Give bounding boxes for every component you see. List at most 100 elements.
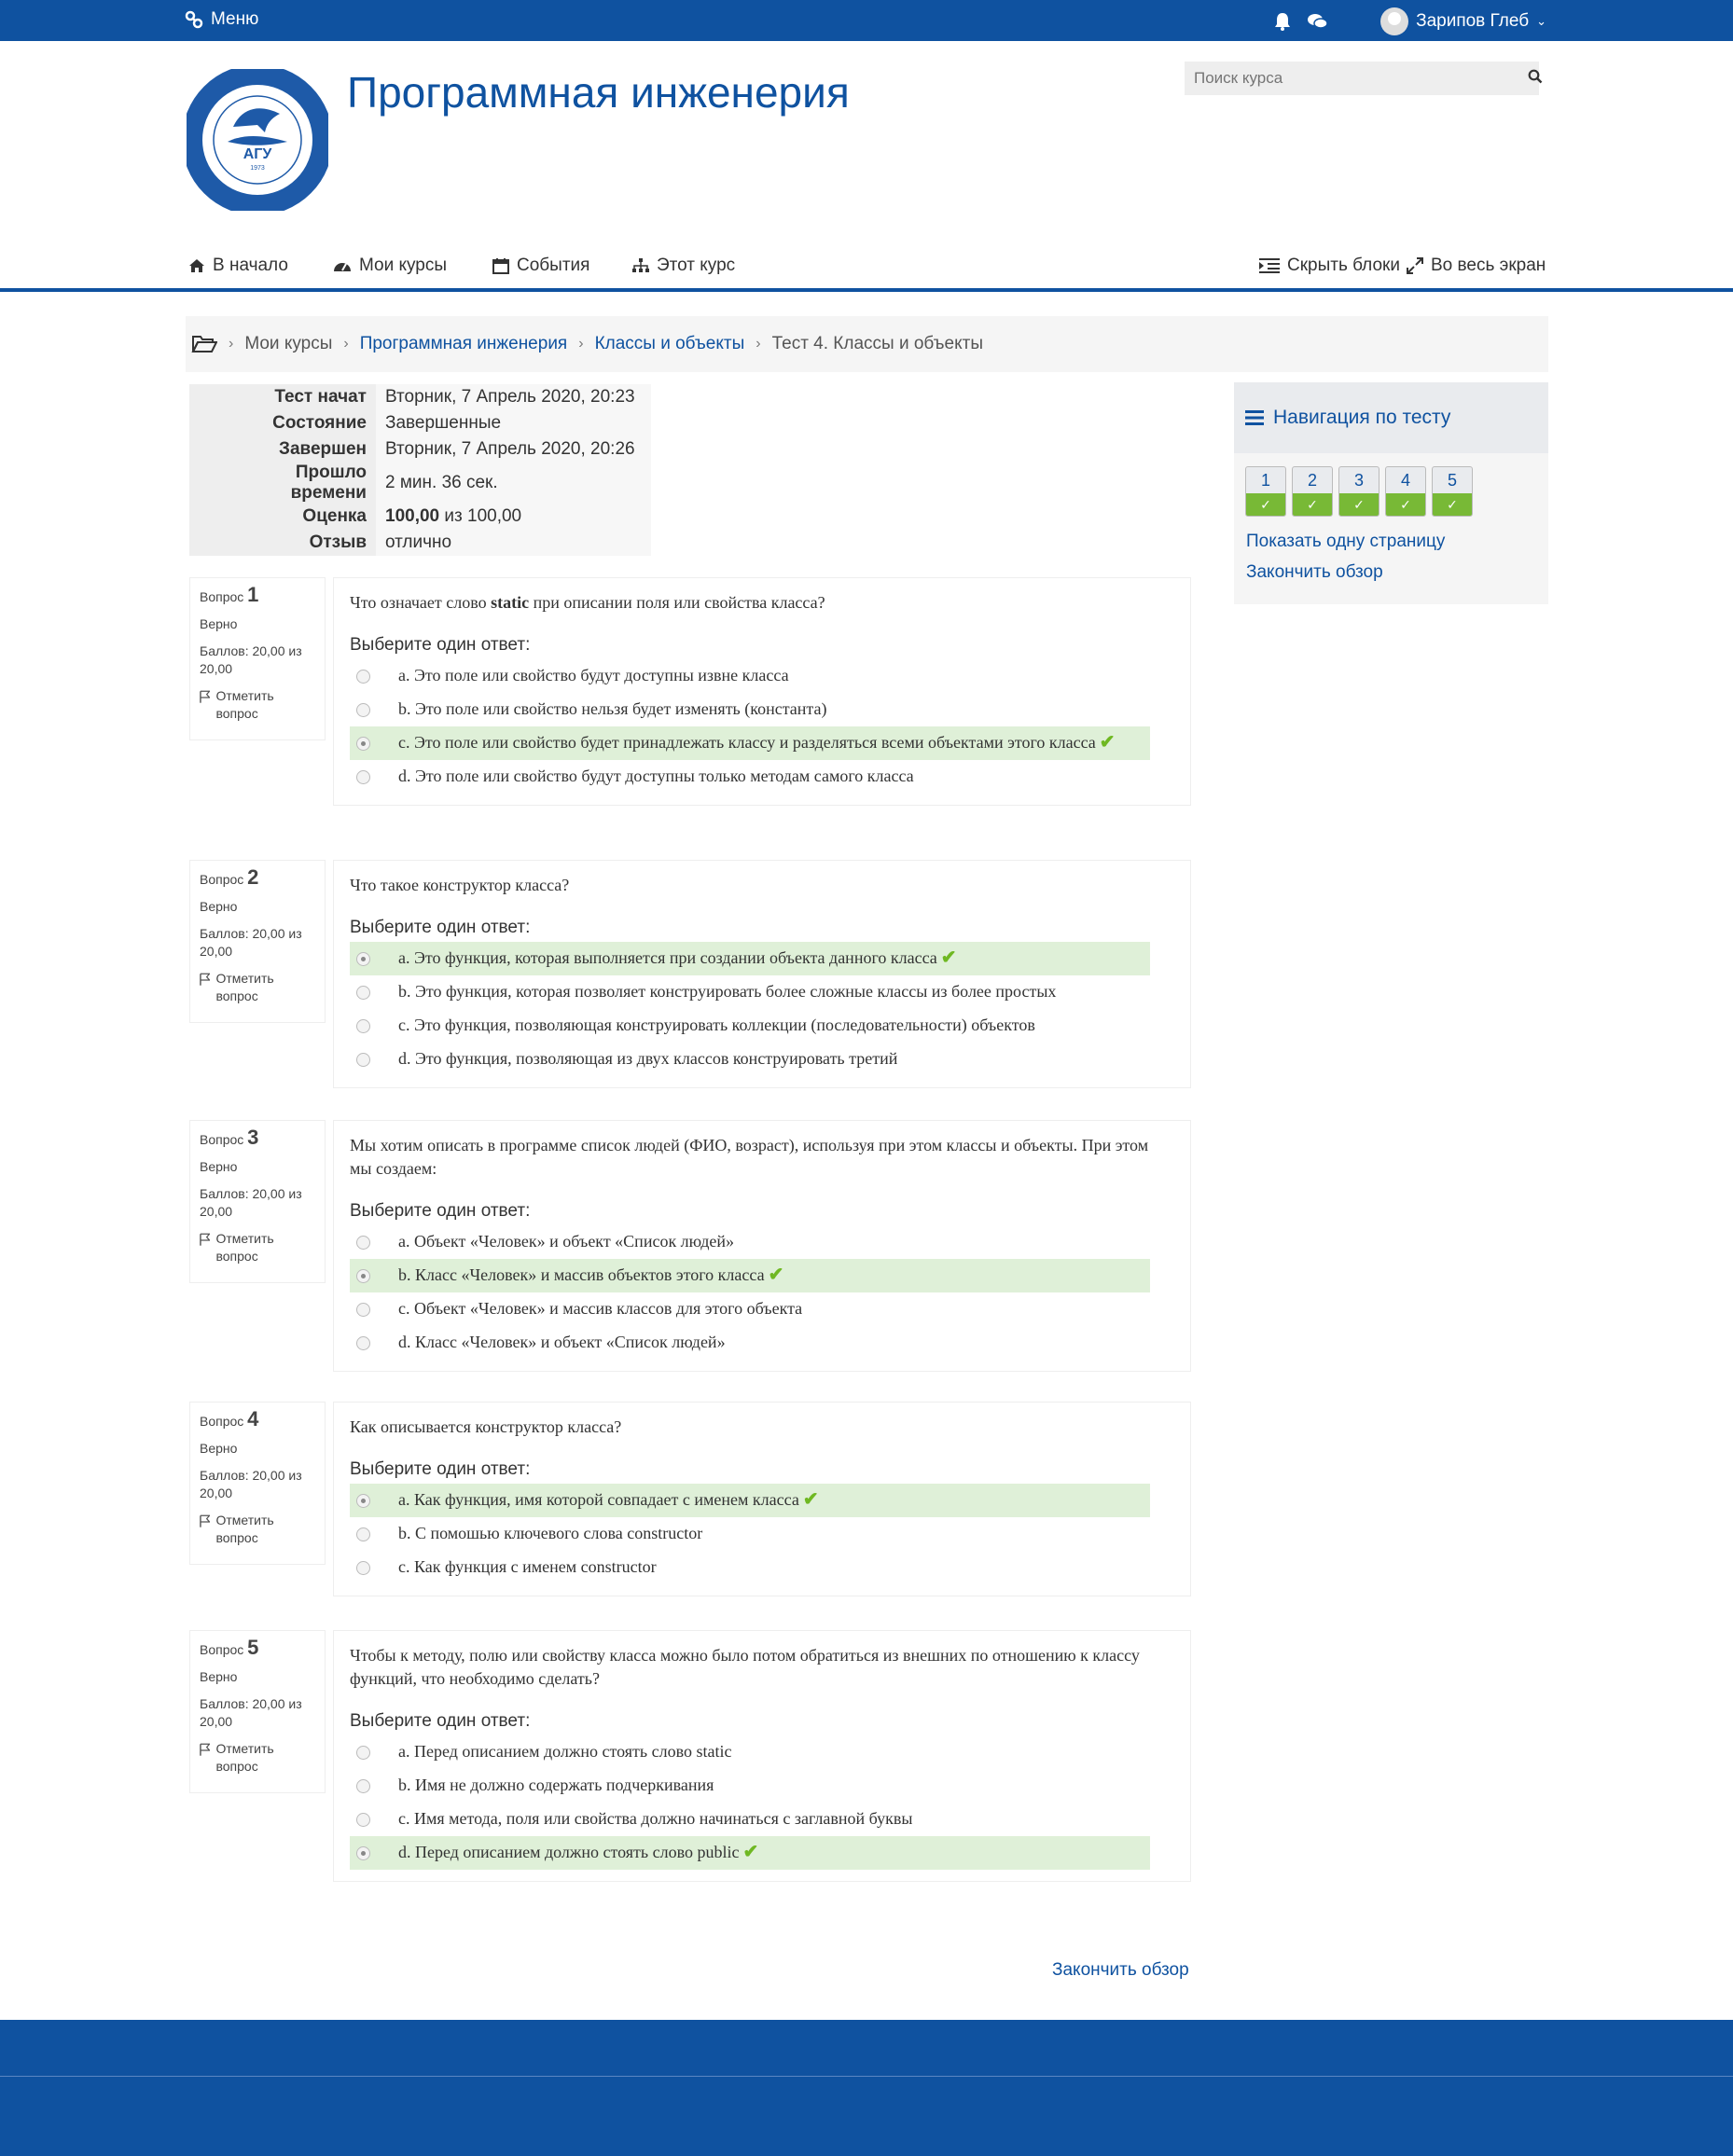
breadcrumb-section[interactable]: Классы и объекты — [595, 334, 745, 354]
answer-radio[interactable] — [356, 1561, 370, 1575]
answer-radio[interactable] — [356, 670, 370, 684]
flag-icon — [200, 1743, 211, 1756]
answer-option[interactable]: c. Объект «Человек» и массив классов для… — [350, 1292, 1150, 1326]
question-text: Что такое конструктор класса? — [350, 876, 570, 894]
summary-row: Тест начат Вторник, 7 Апрель 2020, 20:23 — [189, 384, 651, 410]
question-number: Вопрос 2 — [200, 865, 259, 889]
answer-radio[interactable] — [356, 1746, 370, 1760]
answer-radio[interactable] — [356, 1303, 370, 1317]
check-icon: ✔ — [1099, 732, 1116, 753]
check-icon: ✓ — [1339, 493, 1379, 516]
summary-row: Состояние Завершенные — [189, 410, 651, 436]
answer-option[interactable]: b. Класс «Человек» и массив объектов это… — [350, 1259, 1150, 1292]
fullscreen-button[interactable]: Во весь экран — [1407, 256, 1546, 276]
answer-option[interactable]: a. Как функция, имя которой совпадает с … — [350, 1484, 1150, 1517]
question-number: Вопрос 3 — [200, 1126, 259, 1149]
answer-option[interactable]: b. Это поле или свойство нельзя будет из… — [350, 693, 1150, 726]
bell-icon[interactable] — [1274, 12, 1291, 31]
answer-option[interactable]: c. Это поле или свойство будет принадлеж… — [350, 726, 1150, 760]
university-logo[interactable]: АГУ 1973 — [187, 69, 328, 211]
answer-radio[interactable] — [356, 1527, 370, 1541]
user-name: Зарипов Глеб — [1416, 11, 1530, 31]
answer-option[interactable]: d. Это поле или свойство будут доступны … — [350, 760, 1150, 794]
answer-option[interactable]: b. Имя не должно содержать подчеркивания — [350, 1769, 1150, 1803]
answer-radio[interactable] — [356, 737, 370, 751]
answer-option[interactable]: c. Имя метода, поля или свойства должно … — [350, 1803, 1150, 1836]
menu-button[interactable]: Меню — [185, 9, 258, 30]
folder-open-icon[interactable] — [191, 334, 217, 354]
nav-home-label: В начало — [213, 256, 288, 275]
answer-radio[interactable] — [356, 1813, 370, 1827]
quiz-nav-button-5[interactable]: 5 ✓ — [1432, 466, 1473, 517]
site-title[interactable]: Программная инженерия — [347, 67, 850, 117]
flag-question-button[interactable]: Отметить вопрос — [200, 1740, 315, 1776]
flag-question-button[interactable]: Отметить вопрос — [200, 1230, 315, 1265]
summary-value: 2 мин. 36 сек. — [376, 463, 651, 504]
summary-value: отлично — [376, 530, 651, 556]
answer-option[interactable]: c. Это функция, позволяющая конструирова… — [350, 1009, 1150, 1043]
chevron-right-icon: › — [756, 336, 761, 352]
answer-option[interactable]: a. Объект «Человек» и объект «Список люд… — [350, 1225, 1150, 1259]
question-content: Мы хотим описать в программе список люде… — [333, 1120, 1191, 1372]
check-icon: ✓ — [1386, 493, 1425, 516]
question-status: Верно — [200, 616, 238, 631]
quiz-nav-number: 2 — [1307, 471, 1317, 490]
quiz-nav-button-4[interactable]: 4 ✓ — [1385, 466, 1426, 517]
nav-home[interactable]: В начало — [188, 256, 288, 276]
course-search-input[interactable] — [1185, 62, 1539, 95]
answer-radio[interactable] — [356, 952, 370, 966]
finish-review-bottom-link[interactable]: Закончить обзор — [1052, 1960, 1189, 1981]
flag-question-button[interactable]: Отметить вопрос — [200, 687, 315, 723]
breadcrumb-course[interactable]: Программная инженерия — [360, 334, 568, 354]
answer-radio[interactable] — [356, 986, 370, 1000]
flag-icon — [200, 1233, 211, 1246]
list-icon — [1245, 410, 1264, 425]
answer-radio[interactable] — [356, 703, 370, 717]
finish-review-link[interactable]: Закончить обзор — [1246, 562, 1383, 583]
summary-label: Оценка — [189, 504, 376, 530]
nav-my-courses-label: Мои курсы — [359, 256, 448, 275]
flag-icon — [200, 1514, 211, 1527]
answer-option[interactable]: c. Как функция с именем constructor — [350, 1551, 1150, 1584]
answer-option[interactable]: d. Это функция, позволяющая из двух клас… — [350, 1043, 1150, 1076]
answer-option[interactable]: b. Это функция, которая позволяет констр… — [350, 975, 1150, 1009]
show-one-page-link[interactable]: Показать одну страницу — [1246, 532, 1445, 552]
quiz-nav-button-3[interactable]: 3 ✓ — [1338, 466, 1379, 517]
nav-my-courses[interactable]: Мои курсы — [333, 256, 447, 276]
nav-this-course[interactable]: Этот курс — [632, 256, 735, 276]
answer-option[interactable]: a. Это функция, которая выполняется при … — [350, 942, 1150, 975]
answer-radio[interactable] — [356, 1269, 370, 1283]
quiz-nav-button-2[interactable]: 2 ✓ — [1292, 466, 1333, 517]
answer-radio[interactable] — [356, 1336, 370, 1350]
answer-prompt: Выберите один ответ: — [350, 1459, 531, 1479]
answer-radio[interactable] — [356, 1236, 370, 1250]
breadcrumb-my-courses[interactable]: Мои курсы — [244, 334, 332, 354]
answer-option[interactable]: a. Перед описанием должно стоять слово s… — [350, 1735, 1150, 1769]
search-button[interactable] — [1522, 62, 1548, 95]
answer-radio[interactable] — [356, 1019, 370, 1033]
flag-question-button[interactable]: Отметить вопрос — [200, 970, 315, 1005]
question-number: Вопрос 4 — [200, 1407, 259, 1430]
answer-radio[interactable] — [356, 1494, 370, 1508]
user-menu[interactable]: Зарипов Глеб ⌄ — [1380, 7, 1546, 35]
messages-icon[interactable] — [1308, 13, 1328, 30]
hide-blocks-label: Скрыть блоки — [1287, 256, 1400, 275]
answer-radio[interactable] — [356, 1053, 370, 1067]
summary-label: Прошло времени — [189, 463, 376, 504]
answer-option[interactable]: d. Перед описанием должно стоять слово p… — [350, 1836, 1150, 1870]
page-header: АГУ 1973 Программная инженерия В начало … — [0, 41, 1733, 292]
answer-radio[interactable] — [356, 1846, 370, 1860]
menu-icon — [185, 10, 203, 29]
answer-radio[interactable] — [356, 1779, 370, 1793]
nav-events[interactable]: События — [492, 256, 589, 276]
answer-option[interactable]: b. С помошью ключевого слова constructor — [350, 1517, 1150, 1551]
answer-radio[interactable] — [356, 770, 370, 784]
hide-blocks-button[interactable]: Скрыть блоки — [1259, 256, 1400, 276]
answer-option[interactable]: d. Класс «Человек» и объект «Список люде… — [350, 1326, 1150, 1360]
quiz-nav-button-1[interactable]: 1 ✓ — [1245, 466, 1286, 517]
answer-option[interactable]: a. Это поле или свойство будут доступны … — [350, 659, 1150, 693]
chevron-right-icon: › — [343, 336, 349, 352]
check-icon: ✓ — [1246, 493, 1285, 516]
dashboard-icon — [334, 263, 351, 271]
flag-question-button[interactable]: Отметить вопрос — [200, 1512, 315, 1547]
